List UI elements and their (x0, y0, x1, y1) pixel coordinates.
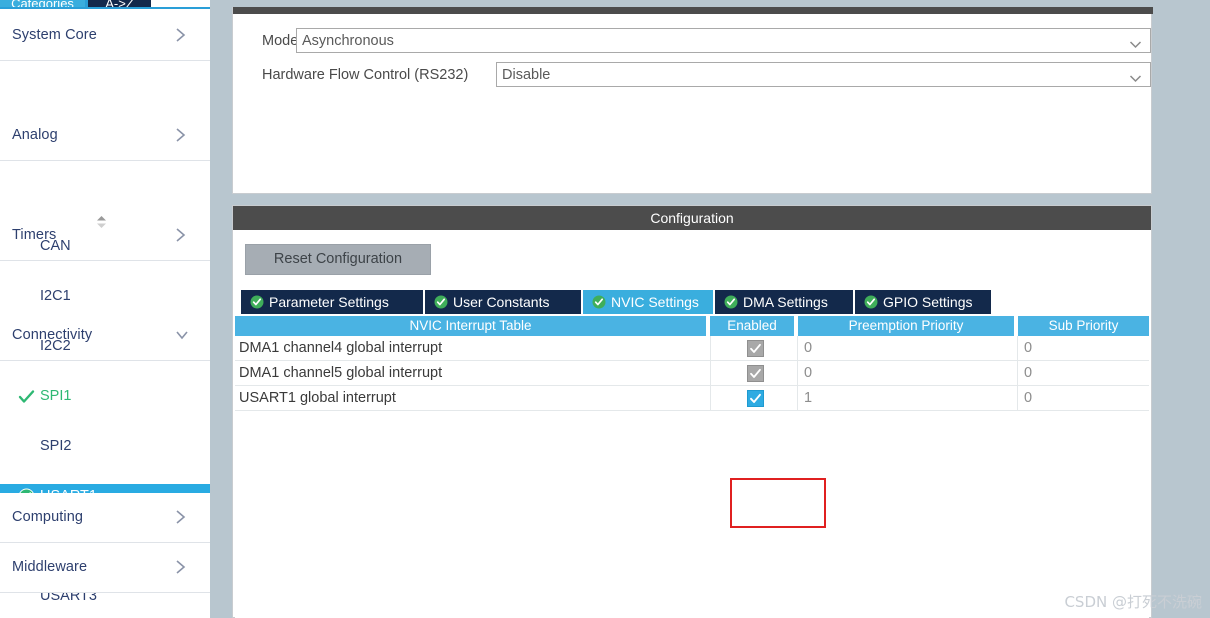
watermark: CSDN @打死不洗碗 (1064, 593, 1202, 611)
enabled-cell[interactable] (710, 361, 798, 385)
tab-gpio-settings[interactable]: GPIO Settings (855, 290, 991, 314)
chevron-down-icon (1129, 36, 1142, 49)
mode-select[interactable]: Asynchronous (296, 28, 1151, 53)
preemption-priority-value: 0 (804, 365, 813, 381)
tab-label: NVIC Settings (611, 294, 699, 310)
enabled-checkbox-disabled (747, 340, 764, 357)
sidebar-item-label: Middleware (12, 559, 88, 575)
sub-priority-value: 0 (1024, 390, 1033, 406)
check-icon (18, 388, 35, 405)
flow-control-select[interactable]: Disable (496, 62, 1151, 87)
table-row[interactable]: DMA1 channel4 global interrupt 0 0 (235, 336, 1149, 361)
sidebar-item-label: System Core (12, 27, 97, 43)
chevron-right-icon (174, 25, 188, 45)
sub-priority-value: 0 (1024, 365, 1033, 381)
peripheral-list: CAN I2C1 I2C2 SPI1 SPI2 USART3 (0, 212, 210, 604)
tab-user-constants[interactable]: User Constants (425, 290, 583, 314)
flow-control-field-row: Hardware Flow Control (RS232) Disable (233, 62, 1153, 88)
tab-parameter-settings[interactable]: Parameter Settings (241, 290, 425, 314)
peripheral-can[interactable]: CAN (0, 234, 210, 259)
mode-panel: Mode Asynchronous Hardware Flow Control … (232, 7, 1153, 194)
categories-sidebar: Categories A->Z System Core Analog (0, 0, 210, 618)
check-circle-icon (592, 295, 606, 309)
sidebar-item-computing[interactable]: Computing (0, 493, 210, 543)
preemption-priority-cell[interactable]: 0 (798, 361, 1018, 385)
sidebar-item-label: Analog (12, 127, 58, 143)
sidebar-item-label: Computing (12, 509, 84, 525)
column-header-preemption-priority[interactable]: Preemption Priority (798, 316, 1016, 336)
check-circle-icon (434, 295, 448, 309)
tab-label: GPIO Settings (883, 294, 973, 310)
peripheral-label: SPI2 (40, 438, 72, 454)
chevron-right-icon (174, 125, 188, 145)
sidebar-item-analog[interactable]: Analog (0, 111, 210, 161)
panel-divider (210, 0, 232, 618)
sub-priority-value: 0 (1024, 340, 1033, 356)
sidebar-item-system-core[interactable]: System Core (0, 11, 210, 61)
sidebar-item-middleware[interactable]: Middleware (0, 543, 210, 593)
sidebar-tabstrip: Categories A->Z (0, 0, 210, 9)
table-row[interactable]: USART1 global interrupt 1 0 (235, 386, 1149, 411)
preemption-priority-cell[interactable]: 1 (798, 386, 1018, 410)
nvic-interrupt-table: NVIC Interrupt Table Enabled Preemption … (235, 316, 1149, 618)
table-header-row: NVIC Interrupt Table Enabled Preemption … (235, 316, 1149, 336)
tab-dma-settings[interactable]: DMA Settings (715, 290, 855, 314)
tab-label: Parameter Settings (269, 294, 389, 310)
sub-priority-cell[interactable]: 0 (1018, 386, 1149, 410)
column-header-sub-priority[interactable]: Sub Priority (1018, 316, 1149, 336)
main-content: Mode Asynchronous Hardware Flow Control … (232, 0, 1210, 618)
check-circle-icon (250, 295, 264, 309)
tabstrip-filler (151, 0, 210, 7)
sub-priority-cell[interactable]: 0 (1018, 336, 1149, 360)
tab-a-to-z[interactable]: A->Z (88, 0, 151, 7)
mode-field-row: Mode Asynchronous (233, 28, 1153, 54)
configuration-title: Configuration (233, 206, 1151, 230)
enabled-cell[interactable] (710, 336, 798, 360)
cubemx-window: Categories A->Z System Core Analog (0, 0, 1210, 618)
configuration-panel: Configuration Reset Configuration Parame… (232, 205, 1152, 618)
reset-configuration-button[interactable]: Reset Configuration (245, 244, 431, 275)
configuration-tabstrip: Parameter Settings User Constants NVIC S… (241, 290, 1149, 314)
scroll-spinner[interactable] (0, 212, 210, 234)
enabled-checkbox[interactable] (747, 390, 764, 407)
sub-priority-cell[interactable]: 0 (1018, 361, 1149, 385)
mode-label: Mode (262, 33, 299, 49)
peripheral-label: SPI1 (40, 388, 72, 404)
flow-control-label: Hardware Flow Control (RS232) (262, 67, 469, 83)
mode-panel-header (233, 7, 1153, 14)
tab-categories[interactable]: Categories (0, 0, 85, 7)
mode-select-value: Asynchronous (302, 33, 394, 49)
peripheral-label: I2C1 (40, 288, 71, 304)
annotation-rectangle (730, 478, 826, 528)
enabled-cell[interactable] (710, 386, 798, 410)
peripheral-i2c1[interactable]: I2C1 (0, 284, 210, 309)
preemption-priority-value: 0 (804, 340, 813, 356)
check-circle-icon (864, 295, 878, 309)
chevron-right-icon (174, 557, 188, 577)
peripheral-i2c2[interactable]: I2C2 (0, 334, 210, 359)
peripheral-spi2[interactable]: SPI2 (0, 434, 210, 459)
sidebar-content: System Core Analog Timers Connectivity C… (0, 11, 210, 618)
column-header-nvic-interrupt-table[interactable]: NVIC Interrupt Table (235, 316, 708, 336)
preemption-priority-cell[interactable]: 0 (798, 336, 1018, 360)
column-header-enabled[interactable]: Enabled (710, 316, 796, 336)
table-row[interactable]: DMA1 channel5 global interrupt 0 0 (235, 361, 1149, 386)
chevron-down-icon (1129, 70, 1142, 83)
flow-control-select-value: Disable (502, 67, 551, 83)
check-circle-icon (724, 295, 738, 309)
interrupt-name: DMA1 channel4 global interrupt (239, 340, 443, 356)
interrupt-name: DMA1 channel5 global interrupt (239, 365, 443, 381)
tab-label: User Constants (453, 294, 550, 310)
preemption-priority-value: 1 (804, 390, 813, 406)
tab-nvic-settings[interactable]: NVIC Settings (583, 290, 715, 314)
chevron-right-icon (174, 507, 188, 527)
interrupt-name: USART1 global interrupt (239, 390, 396, 406)
peripheral-label: I2C2 (40, 338, 71, 354)
enabled-checkbox-disabled (747, 365, 764, 382)
tab-label: DMA Settings (743, 294, 828, 310)
peripheral-label: CAN (40, 238, 71, 254)
peripheral-spi1[interactable]: SPI1 (0, 384, 210, 409)
